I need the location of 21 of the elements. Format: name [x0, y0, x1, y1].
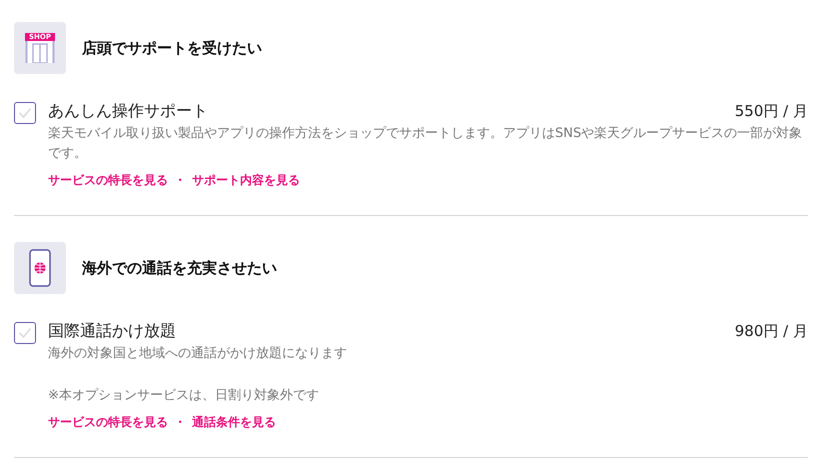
storefront-icon — [25, 41, 55, 63]
detail-link[interactable]: サービスの特長を見る — [48, 172, 168, 189]
check-icon — [18, 327, 32, 339]
checkbox[interactable] — [14, 102, 36, 124]
option-name: あんしん操作サポート — [48, 101, 208, 122]
link-separator: ・ — [174, 172, 186, 189]
option-note: ※本オプションサービスは、日割り対象外です — [48, 387, 320, 405]
section-title: 店頭でサポートを受けたい — [82, 38, 262, 58]
check-icon — [18, 107, 32, 119]
phone-globe-icon — [29, 249, 51, 287]
detail-link[interactable]: 通話条件を見る — [192, 414, 276, 431]
option-name: 国際通話かけ放題 — [48, 321, 176, 342]
section-title: 海外での通話を充実させたい — [82, 258, 277, 278]
detail-link[interactable]: サービスの特長を見る — [48, 414, 168, 431]
checkbox[interactable] — [14, 322, 36, 344]
option-description: 楽天モバイル取り扱い製品やアプリの操作方法をショップでサポートします。アプリはSNSや楽天グループサービスの一部が対象です。 — [48, 125, 804, 163]
option-price: 980円 / 月 — [734, 322, 808, 341]
link-separator: ・ — [174, 414, 186, 431]
option-description: 海外の対象国と地域への通話がかけ放題になります — [48, 345, 348, 363]
option-price: 550円 / 月 — [734, 102, 808, 121]
detail-link[interactable]: サポート内容を見る — [192, 172, 300, 189]
